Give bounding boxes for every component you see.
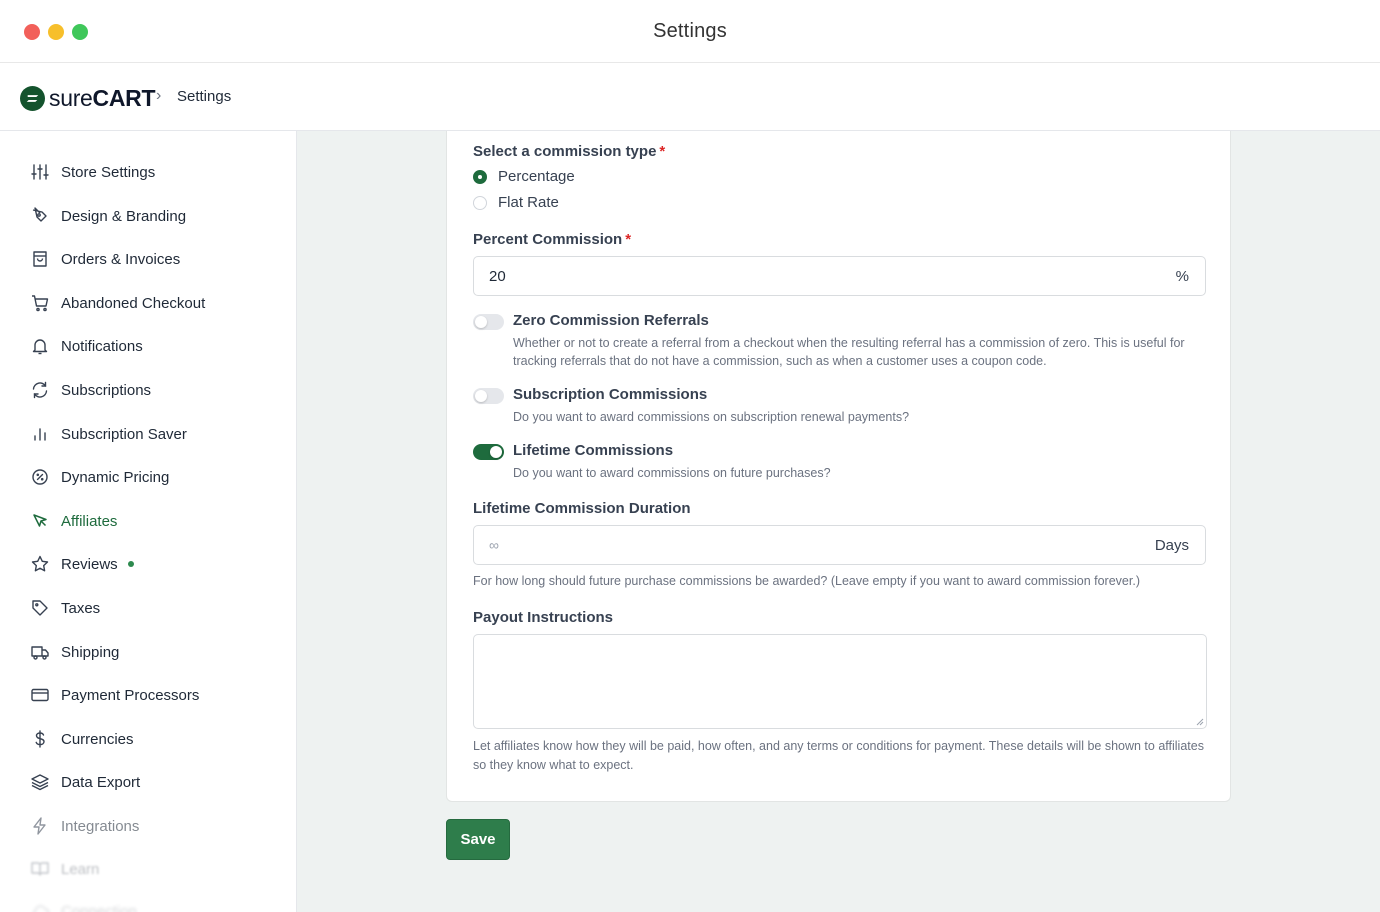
book-icon — [31, 862, 49, 876]
zero-commission-help: Whether or not to create a referral from… — [513, 336, 1185, 368]
surecart-logo-icon — [20, 86, 45, 111]
radio-button[interactable] — [473, 195, 487, 210]
tag-icon — [32, 600, 48, 616]
surecart-logo[interactable]: sureCART — [20, 85, 156, 112]
radio-label: Flat Rate — [498, 194, 559, 211]
sidebar-item-payment-processors[interactable]: Payment Processors — [30, 683, 199, 707]
sidebar-item-subscriptions[interactable]: Subscriptions — [30, 378, 151, 402]
payout-instructions-help: Let affiliates know how they will be pai… — [473, 739, 1204, 772]
sidebar-item-label: Reviews — [61, 555, 118, 573]
lifetime-commissions-title: Lifetime Commissions — [513, 442, 674, 459]
shopping-bag-icon — [33, 251, 47, 267]
sidebar-item-design-branding[interactable]: Design & Branding — [30, 204, 186, 228]
subscription-commissions-toggle[interactable] — [473, 388, 504, 404]
sidebar-item-connection[interactable]: Connection — [30, 899, 137, 912]
sidebar-item-label: Subscriptions — [61, 381, 152, 399]
sidebar-item-notifications[interactable]: Notifications — [30, 334, 143, 358]
payout-instructions-textarea[interactable] — [473, 634, 1207, 729]
sidebar-item-label: Affiliates — [61, 512, 118, 530]
window-titlebar: Settings — [0, 0, 1380, 63]
commission-type-label: Select a commission type * — [473, 143, 666, 160]
sidebar-item-label: Dynamic Pricing — [61, 468, 170, 486]
sidebar-item-label: Store Settings — [61, 163, 156, 181]
sidebar-item-shipping[interactable]: Shipping — [30, 640, 119, 664]
cursor-arrow-icon — [33, 514, 47, 527]
sidebar-item-learn[interactable]: Learn — [30, 857, 99, 881]
subscription-commissions-help: Do you want to award commissions on subs… — [513, 410, 910, 424]
sidebar-item-affiliates[interactable]: Affiliates — [30, 509, 117, 533]
logo-wordmark: sureCART — [49, 85, 156, 111]
dollar-icon — [35, 730, 45, 748]
sidebar-item-label: Payment Processors — [61, 686, 200, 704]
percent-commission-value: 20 — [489, 268, 506, 285]
affiliate-settings-card: Select a commission type * Percentage Fla… — [446, 131, 1231, 802]
cloud-icon — [33, 905, 50, 912]
lifetime-commissions-toggle[interactable] — [473, 444, 504, 460]
sidebar-item-label: Subscription Saver — [61, 425, 187, 443]
bar-chart-icon — [34, 428, 46, 441]
star-icon — [31, 555, 49, 572]
lifetime-duration-label: Lifetime Commission Duration — [473, 500, 691, 517]
sidebar-item-label: Connection — [61, 902, 137, 912]
sidebar-item-dynamic-pricing[interactable]: Dynamic Pricing — [30, 465, 169, 489]
sidebar-item-abandoned-checkout[interactable]: Abandoned Checkout — [30, 291, 205, 315]
sliders-icon — [31, 164, 49, 180]
sidebar-item-label: Abandoned Checkout — [61, 294, 206, 312]
breadcrumb-settings[interactable]: Settings — [177, 88, 231, 105]
sidebar-item-subscription-saver[interactable]: Subscription Saver — [30, 422, 187, 446]
sidebar-item-taxes[interactable]: Taxes — [30, 596, 100, 620]
app-header: sureCART › Settings — [0, 64, 1380, 131]
main-content: Select a commission type * Percentage Fla… — [297, 131, 1380, 912]
sidebar-item-store-settings[interactable]: Store Settings — [30, 160, 155, 184]
credit-card-icon — [31, 688, 49, 702]
sidebar-item-label: Data Export — [61, 773, 141, 791]
percent-badge-icon — [32, 469, 48, 485]
zero-commission-toggle[interactable] — [473, 314, 504, 330]
sidebar-item-orders-invoices[interactable]: Orders & Invoices — [30, 247, 180, 271]
sidebar-item-label: Design & Branding — [61, 207, 187, 225]
resize-handle-icon[interactable] — [1196, 718, 1204, 726]
bell-icon — [32, 339, 48, 355]
lifetime-duration-help: For how long should future purchase comm… — [473, 574, 1140, 588]
sidebar-item-label: Currencies — [61, 730, 134, 748]
payout-instructions-label: Payout Instructions — [473, 609, 614, 626]
sidebar-item-data-export[interactable]: Data Export — [30, 770, 140, 794]
truck-icon — [31, 646, 49, 660]
lifetime-duration-input[interactable]: ∞ Days — [473, 525, 1206, 565]
sidebar-item-label: Learn — [61, 860, 100, 878]
percent-commission-input[interactable]: 20 % — [473, 256, 1206, 296]
percent-commission-label: Percent Commission * — [473, 231, 632, 248]
lightning-icon — [33, 817, 46, 835]
pen-brush-icon — [32, 207, 47, 222]
layers-icon — [31, 774, 49, 791]
days-suffix: Days — [1154, 537, 1189, 554]
percent-suffix: % — [1175, 268, 1189, 285]
chevron-right-icon: › — [156, 87, 162, 104]
infinity-placeholder: ∞ — [489, 537, 499, 553]
sidebar-item-label: Notifications — [61, 337, 143, 355]
lifetime-commissions-help: Do you want to award commissions on futu… — [513, 466, 831, 480]
sidebar-item-label: Orders & Invoices — [61, 250, 181, 268]
sidebar-item-reviews[interactable]: Reviews — [30, 552, 134, 576]
refresh-icon — [32, 381, 48, 399]
new-indicator-dot — [127, 561, 134, 567]
settings-sidebar: Store Settings Design & Branding Orders … — [0, 131, 297, 912]
sidebar-item-integrations[interactable]: Integrations — [30, 814, 139, 838]
sidebar-item-currencies[interactable]: Currencies — [30, 727, 134, 751]
zero-commission-title: Zero Commission Referrals — [513, 312, 709, 329]
radio-label: Percentage — [498, 168, 575, 185]
radio-option-percentage[interactable]: Percentage — [473, 168, 575, 185]
radio-button-checked[interactable] — [473, 169, 487, 184]
sidebar-item-label: Integrations — [61, 817, 140, 835]
radio-option-flat-rate[interactable]: Flat Rate — [473, 194, 559, 211]
sidebar-item-label: Taxes — [61, 599, 101, 617]
window-title: Settings — [653, 20, 727, 42]
shopping-cart-icon — [32, 295, 49, 312]
sidebar-item-label: Shipping — [61, 643, 120, 661]
subscription-commissions-title: Subscription Commissions — [513, 386, 708, 403]
save-button[interactable]: Save — [446, 819, 510, 860]
